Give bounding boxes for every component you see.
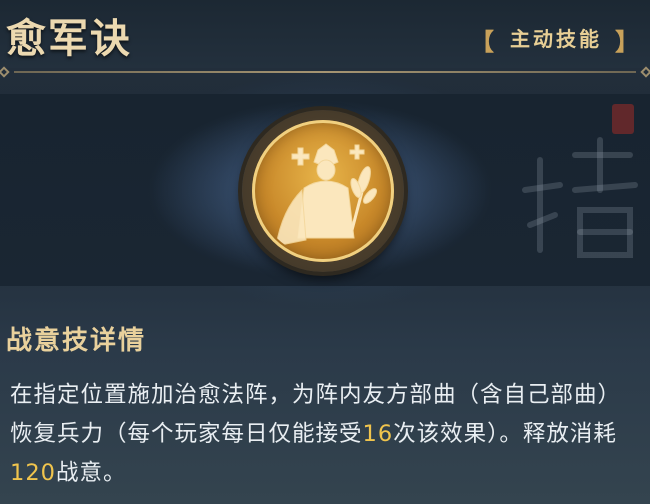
skill-description: 在指定位置施加治愈法阵，为阵内友方部曲（含自己部曲）恢复兵力（每个玩家每日仅能接… bbox=[10, 382, 622, 486]
skill-type-tag: 【 主动技能 】 bbox=[470, 20, 642, 57]
daily-limit-value: 16 bbox=[362, 421, 394, 447]
divider-ornament-right bbox=[640, 66, 650, 78]
header-divider bbox=[0, 66, 650, 78]
energy-cost-value: 120 bbox=[10, 460, 56, 486]
section-title: 战意技详情 bbox=[6, 326, 147, 356]
skill-title: 愈军诀 bbox=[6, 15, 132, 62]
skill-detail-panel: 愈军诀 【 主动技能 】 战意技详情 在指定位置施加治愈法阵，为阵内友方部曲（含… bbox=[0, 0, 650, 504]
header: 愈军诀 【 主动技能 】 bbox=[0, 0, 650, 68]
skill-type-label: 主动技能 bbox=[510, 26, 602, 51]
tag-bracket-right: 】 bbox=[615, 28, 642, 56]
skill-emblem bbox=[242, 110, 404, 272]
divider-ornament-left bbox=[0, 66, 10, 78]
tag-bracket-left: 【 bbox=[470, 28, 497, 56]
calligraphy-watermark bbox=[522, 137, 638, 258]
healing-soldier-icon bbox=[275, 143, 378, 247]
